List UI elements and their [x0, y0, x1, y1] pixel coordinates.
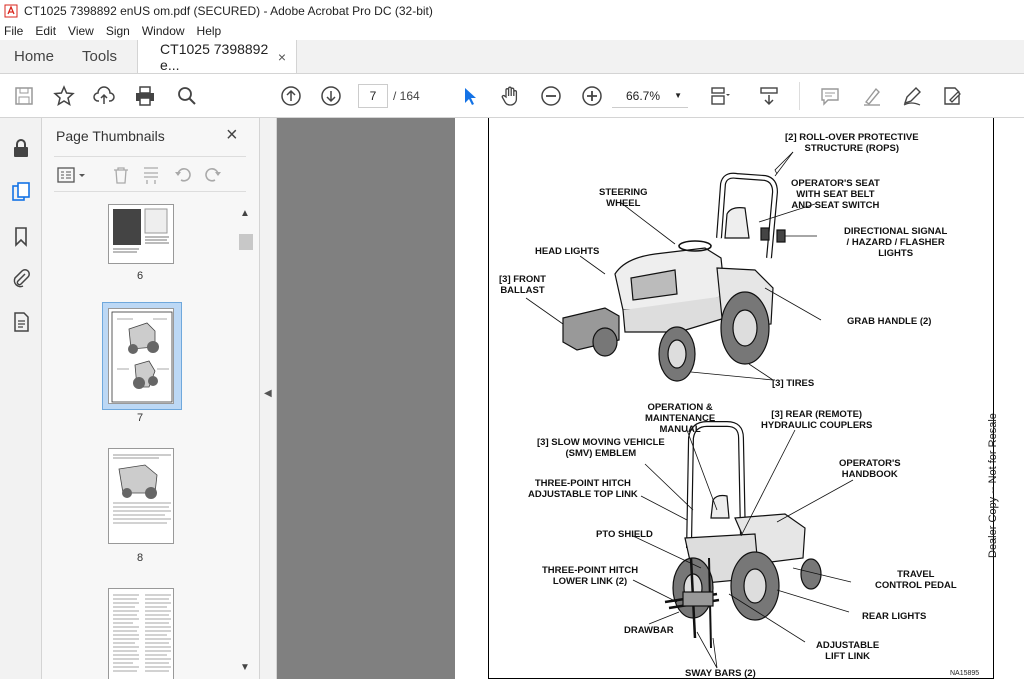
tab-bar: Home Tools CT1025 7398892 e... ×: [0, 40, 1024, 74]
thumbnail-options-icon[interactable]: [56, 165, 88, 185]
callout-operator-seat: OPERATOR'S SEAT WITH SEAT BELT AND SEAT …: [791, 178, 880, 211]
acrobat-app-icon: [4, 4, 18, 18]
delete-page-icon[interactable]: [110, 165, 132, 185]
page-display-icon[interactable]: [707, 84, 731, 108]
callout-rear-lights: REAR LIGHTS: [862, 611, 927, 622]
print-icon[interactable]: [133, 84, 157, 108]
panel-title: Page Thumbnails: [56, 128, 165, 144]
menu-view[interactable]: View: [68, 24, 94, 38]
zoom-out-icon[interactable]: [539, 84, 563, 108]
callout-tires: [3] TIRES: [772, 378, 815, 389]
figure-code: NA15895: [950, 670, 980, 677]
thumbnail-page-9[interactable]: [108, 588, 174, 679]
toolbar-divider: [799, 82, 800, 110]
bookmark-icon[interactable]: [9, 224, 33, 248]
search-icon[interactable]: [175, 84, 199, 108]
star-icon[interactable]: [52, 84, 76, 108]
lock-icon[interactable]: [9, 136, 33, 160]
thumbnail-toolbar: [54, 156, 246, 192]
callout-pto-shield: PTO SHIELD: [596, 529, 653, 540]
tab-close-icon[interactable]: ×: [278, 49, 286, 65]
page-thumbnails-panel: Page Thumbnails × 6 7 8 ▲ ▼: [42, 118, 260, 679]
callout-operation-manual: OPERATION & MAINTENANCE MANUAL: [645, 402, 716, 435]
callout-drawbar: DRAWBAR: [624, 625, 674, 636]
zoom-in-icon[interactable]: [580, 84, 604, 108]
sign-pen-icon[interactable]: [900, 84, 924, 108]
extract-page-icon[interactable]: [140, 165, 162, 185]
callout-operators-handbook: OPERATOR'S HANDBOOK: [839, 458, 901, 480]
thumbnail-page-8[interactable]: [108, 448, 174, 544]
tab-document-label: CT1025 7398892 e...: [160, 40, 269, 73]
document-viewport[interactable]: [2] ROLL-OVER PROTECTIVE STRUCTURE (ROPS…: [277, 118, 1024, 679]
callout-grab-handle: GRAB HANDLE (2): [847, 316, 932, 327]
callout-sway-bars: SWAY BARS (2): [685, 668, 756, 679]
panel-splitter[interactable]: ◀: [260, 118, 277, 679]
scrollbar-thumb[interactable]: [239, 234, 253, 250]
comment-icon[interactable]: [818, 84, 842, 108]
window-title: CT1025 7398892 enUS om.pdf (SECURED) - A…: [24, 4, 433, 18]
upload-cloud-icon[interactable]: [92, 84, 116, 108]
page-number-input[interactable]: 7: [358, 84, 388, 108]
chevron-down-icon: ▼: [674, 91, 682, 100]
tab-document[interactable]: CT1025 7398892 e... ×: [137, 40, 298, 73]
page-thumbnails-icon[interactable]: [9, 180, 33, 204]
thumbnail-label: 6: [136, 270, 144, 282]
menu-help[interactable]: Help: [197, 24, 222, 38]
callout-travel-control-pedal: TRAVEL CONTROL PEDAL: [875, 569, 957, 591]
menu-sign[interactable]: Sign: [106, 24, 130, 38]
callout-directional-signal: DIRECTIONAL SIGNAL / HAZARD / FLASHER LI…: [844, 226, 948, 259]
thumbnail-label: 8: [136, 552, 144, 564]
callout-lower-link: THREE-POINT HITCH LOWER LINK (2): [542, 565, 639, 587]
scroll-down-icon[interactable]: ▼: [240, 662, 250, 673]
panel-close-icon[interactable]: ×: [226, 124, 238, 147]
callout-smv-emblem: [3] SLOW MOVING VEHICLE (SMV) EMBLEM: [537, 437, 665, 459]
thumbnail-page-7[interactable]: [108, 308, 174, 404]
pdf-page: [2] ROLL-OVER PROTECTIVE STRUCTURE (ROPS…: [455, 118, 1024, 679]
select-cursor-icon[interactable]: [458, 84, 482, 108]
title-bar: CT1025 7398892 enUS om.pdf (SECURED) - A…: [0, 0, 1024, 22]
callout-head-lights: HEAD LIGHTS: [535, 246, 600, 257]
thumbnail-scrollbar[interactable]: ▲ ▼: [238, 204, 254, 679]
callout-steering-wheel: STEERING WHEEL: [599, 187, 648, 209]
thumbnail-label: 7: [136, 412, 144, 424]
hand-tool-icon[interactable]: [498, 84, 522, 108]
tab-home[interactable]: Home: [0, 40, 68, 73]
tab-tools[interactable]: Tools: [68, 40, 131, 73]
menu-edit[interactable]: Edit: [35, 24, 56, 38]
callout-hydraulic-couplers: [3] REAR (REMOTE) HYDRAULIC COUPLERS: [761, 409, 873, 431]
callout-top-link: THREE-POINT HITCH ADJUSTABLE TOP LINK: [528, 478, 638, 500]
collapse-panel-icon[interactable]: ◀: [264, 388, 272, 399]
next-page-icon[interactable]: [319, 84, 343, 108]
save-icon[interactable]: [12, 84, 36, 108]
thumbnail-list: 6 7 8: [42, 204, 238, 679]
scroll-mode-icon[interactable]: [757, 84, 781, 108]
rotate-ccw-icon[interactable]: [172, 165, 194, 185]
fill-sign-icon[interactable]: [940, 84, 964, 108]
previous-page-icon[interactable]: [279, 84, 303, 108]
menu-bar: File Edit View Sign Window Help: [0, 22, 1024, 40]
main-toolbar: 7 / 164 66.7% ▼: [0, 74, 1024, 118]
dealer-copy-watermark: Dealer Copy -- Not for Resale: [987, 413, 999, 558]
zoom-level-dropdown[interactable]: 66.7% ▼: [612, 84, 688, 108]
highlight-icon[interactable]: [860, 84, 884, 108]
callout-front-ballast: [3] FRONT BALLAST: [499, 274, 546, 296]
document-properties-icon[interactable]: [9, 310, 33, 334]
attachment-icon[interactable]: [9, 266, 33, 290]
tractor-illustration: [525, 151, 854, 669]
zoom-level-value: 66.7%: [626, 88, 661, 103]
page-count: / 164: [393, 89, 420, 103]
callout-rops: [2] ROLL-OVER PROTECTIVE STRUCTURE (ROPS…: [785, 132, 919, 154]
menu-window[interactable]: Window: [142, 24, 185, 38]
menu-file[interactable]: File: [4, 24, 23, 38]
navigation-rail: [0, 118, 42, 679]
rotate-cw-icon[interactable]: [202, 165, 224, 185]
scroll-up-icon[interactable]: ▲: [240, 208, 250, 219]
thumbnail-page-6[interactable]: [108, 204, 174, 264]
callout-adjustable-lift-link: ADJUSTABLE LIFT LINK: [816, 640, 880, 662]
